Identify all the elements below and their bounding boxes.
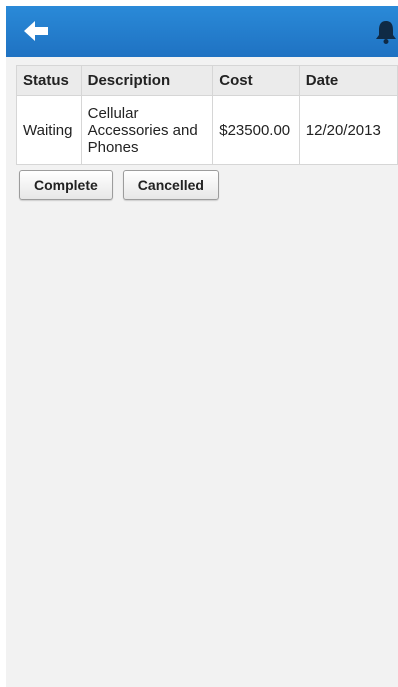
column-header-description: Description [80,65,214,96]
action-buttons: Complete Cancelled [19,170,219,200]
cell-date: 12/20/2013 [298,95,398,165]
column-header-cost: Cost [212,65,300,96]
table-row[interactable]: Waiting Cellular Accessories and Phones … [16,95,398,165]
complete-button[interactable]: Complete [19,170,113,200]
app-screen: Status Description Cost Date Waiting Cel… [6,6,398,687]
column-header-date: Date [298,65,398,96]
back-button[interactable] [23,19,49,43]
cell-status: Waiting [16,95,82,165]
table-header-row: Status Description Cost Date [16,65,398,96]
bell-icon [376,21,396,44]
column-header-status: Status [16,65,82,96]
main-content: Status Description Cost Date Waiting Cel… [6,57,398,687]
back-arrow-icon [24,21,48,41]
notifications-button[interactable] [374,19,398,45]
top-bar [6,6,398,57]
cancelled-button[interactable]: Cancelled [122,170,219,200]
cell-description: Cellular Accessories and Phones [80,95,214,165]
orders-table: Status Description Cost Date Waiting Cel… [16,65,398,165]
cell-cost: $23500.00 [212,95,300,165]
